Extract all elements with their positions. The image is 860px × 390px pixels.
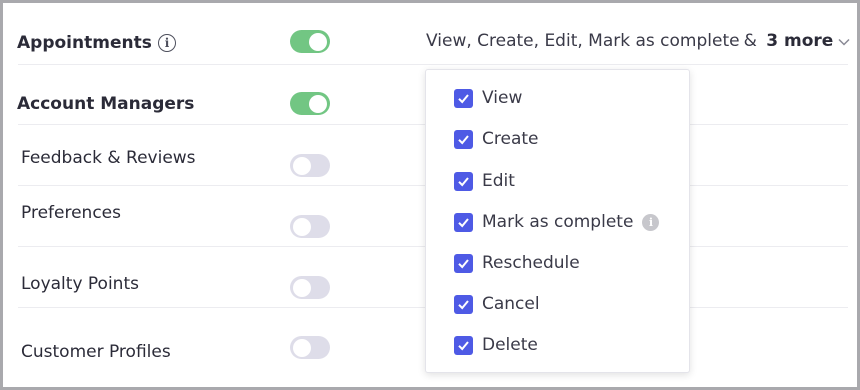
checkbox[interactable] [454,294,473,314]
permission-option-mark-as-complete[interactable]: Mark as complete i [454,211,660,233]
more-permissions-link[interactable]: 3 more [766,31,833,51]
module-label: Preferences [21,203,121,223]
permission-option-reschedule[interactable]: Reschedule [454,252,580,274]
module-label: Appointments [17,33,152,53]
checkmark-icon [458,258,469,268]
option-label: View [482,88,523,108]
checkmark-icon [458,93,469,103]
permission-option-cancel[interactable]: Cancel [454,293,540,315]
checkbox[interactable] [454,212,473,232]
module-toggle[interactable] [290,215,330,238]
module-toggle[interactable] [290,154,330,177]
checkbox[interactable] [454,129,473,149]
permission-row-appointments: Appointments i View, Create, Edit, Mark … [3,3,857,65]
option-label: Edit [482,171,515,191]
checkmark-icon [458,217,469,227]
option-label: Delete [482,335,538,355]
module-toggle[interactable] [290,92,330,115]
info-icon[interactable]: i [642,213,660,231]
checkmark-icon [458,299,469,309]
module-label: Customer Profiles [21,342,171,362]
module-toggle[interactable] [290,276,330,299]
option-label: Cancel [482,294,540,314]
module-toggle[interactable] [290,30,330,53]
checkbox[interactable] [454,335,473,355]
checkbox[interactable] [454,88,473,108]
permissions-summary[interactable]: View, Create, Edit, Mark as complete & 3 … [426,31,833,51]
permissions-panel: Appointments i View, Create, Edit, Mark … [0,0,860,390]
chevron-down-icon[interactable] [838,37,850,47]
module-label: Account Managers [17,94,195,114]
checkmark-icon [458,340,469,350]
checkmark-icon [458,134,469,144]
permissions-summary-conjunction: & [743,31,757,51]
checkmark-icon [458,176,469,186]
module-label: Feedback & Reviews [21,148,196,168]
permissions-dropdown: View Create Edit Mark as complete i Resc… [425,69,690,373]
checkbox[interactable] [454,171,473,191]
info-icon[interactable]: i [158,34,176,52]
option-label: Create [482,129,539,149]
option-label: Reschedule [482,253,580,273]
permission-option-delete[interactable]: Delete [454,334,538,356]
permission-option-view[interactable]: View [454,87,522,109]
module-toggle[interactable] [290,336,330,359]
permission-option-edit[interactable]: Edit [454,170,515,192]
option-label: Mark as complete [482,212,634,232]
permission-option-create[interactable]: Create [454,128,539,150]
permissions-summary-text: View, Create, Edit, Mark as complete [426,31,740,51]
module-label: Loyalty Points [21,274,139,294]
checkbox[interactable] [454,253,473,273]
